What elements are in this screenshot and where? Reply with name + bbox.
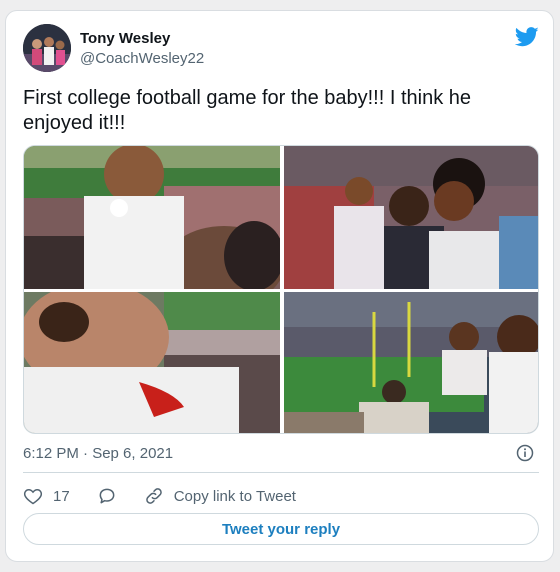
info-icon[interactable] (516, 444, 534, 462)
twitter-bird-icon[interactable] (515, 27, 539, 47)
like-count: 17 (53, 487, 70, 505)
divider (23, 472, 539, 473)
tweet-your-reply-button[interactable]: Tweet your reply (23, 513, 539, 545)
reply-bubble-icon (99, 488, 115, 504)
author-handle[interactable]: @CoachWesley22 (80, 50, 204, 67)
action-bar: 17 Copy link to Tweet (23, 484, 296, 508)
like-button[interactable]: 17 (23, 486, 70, 506)
author-name[interactable]: Tony Wesley (80, 30, 170, 47)
link-icon (145, 488, 162, 504)
copy-link-button[interactable]: Copy link to Tweet (144, 486, 296, 506)
copy-link-label: Copy link to Tweet (173, 487, 296, 505)
photo-1[interactable] (24, 146, 280, 289)
photo-3[interactable] (24, 292, 280, 433)
tweet-card: Tony Wesley @CoachWesley22 First college… (5, 10, 554, 562)
photo-2[interactable] (284, 146, 538, 289)
photo-4[interactable] (284, 292, 538, 433)
tweet-timestamp[interactable]: 6:12 PM · Sep 6, 2021 (23, 445, 173, 462)
tweet-text: First college football game for the baby… (23, 87, 472, 134)
heart-icon (23, 488, 43, 505)
reply-button[interactable] (97, 486, 117, 506)
media-grid (23, 145, 539, 434)
avatar[interactable] (23, 24, 71, 72)
